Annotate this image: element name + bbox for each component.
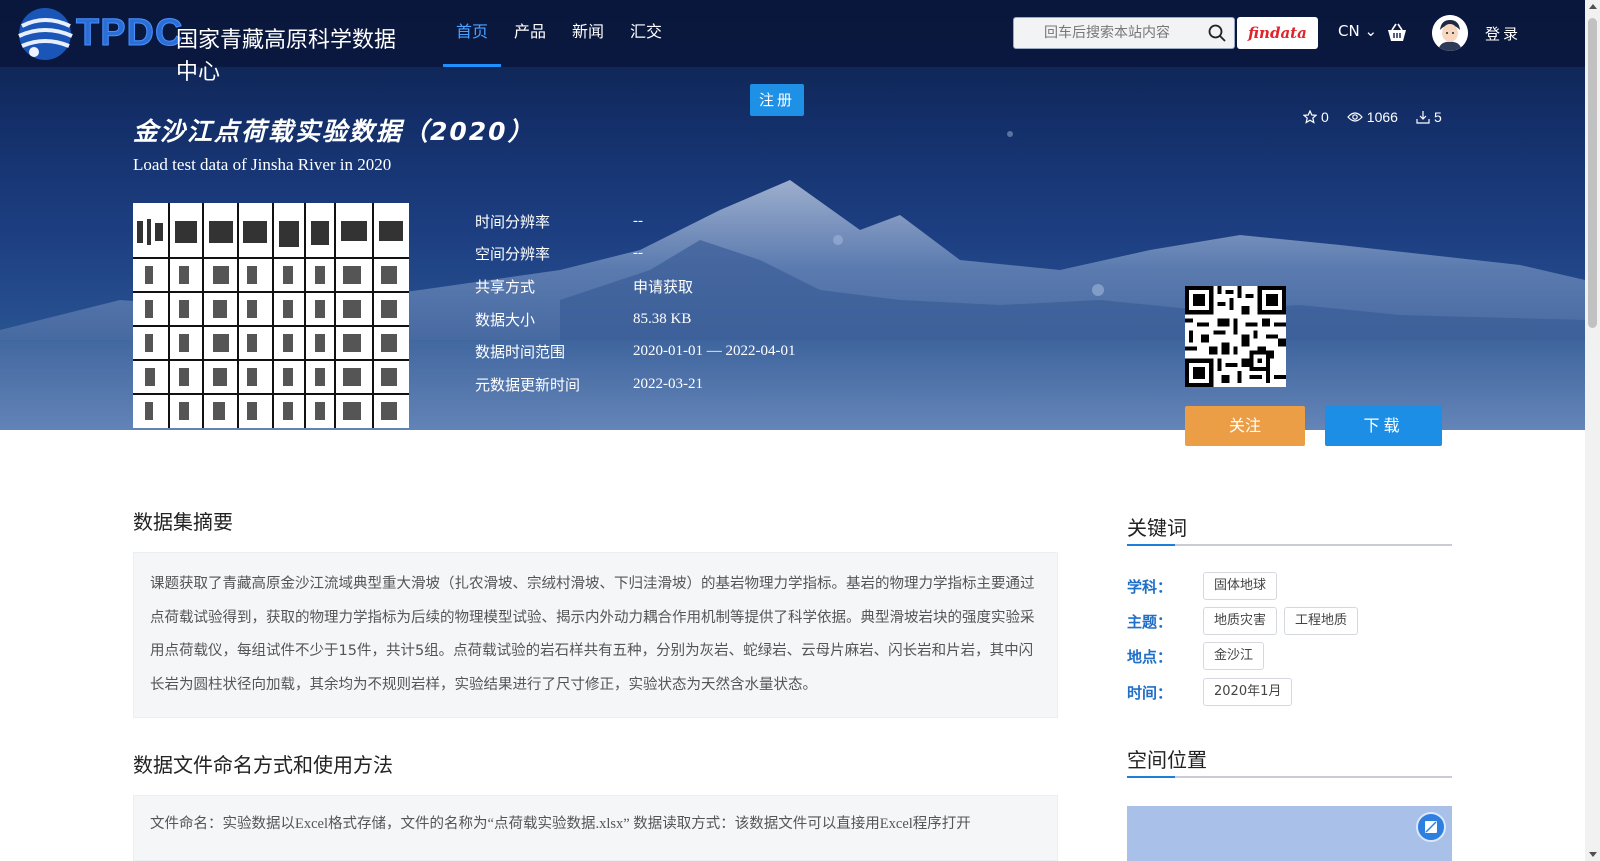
search-input[interactable] xyxy=(1044,18,1214,48)
keyword-tag[interactable]: 金沙江 xyxy=(1203,642,1265,670)
meta-value: 85.38 KB xyxy=(633,310,692,327)
spatial-map[interactable] xyxy=(1127,806,1452,861)
meta-row: 数据时间范围 2020-01-01 — 2022-04-01 xyxy=(475,335,795,368)
user-avatar[interactable] xyxy=(1432,15,1468,51)
register-button[interactable]: 注册 xyxy=(750,84,804,116)
keyword-row-time: 时间： 2020年1月 xyxy=(1127,678,1299,706)
download-count-value: 5 xyxy=(1433,109,1442,125)
star-count-value: 0 xyxy=(1321,109,1329,125)
download-button[interactable]: 下载 xyxy=(1325,406,1442,446)
download-count: 5 xyxy=(1416,109,1442,125)
follow-button[interactable]: 关注 xyxy=(1185,406,1305,446)
keyword-row-subject: 学科： 固体地球 xyxy=(1127,572,1284,600)
scroll-down-icon[interactable] xyxy=(1589,852,1597,857)
dataset-thumbnail[interactable] xyxy=(133,203,409,428)
site-name: 国家青藏高原科学数据中心 xyxy=(176,28,397,85)
keyword-label: 主题： xyxy=(1127,612,1173,631)
meta-value: 2020-01-01 — 2022-04-01 xyxy=(633,343,796,360)
top-navbar: TPDC 国家青藏高原科学数据中心 首页 产品 新闻 汇交 findata CN… xyxy=(0,0,1585,85)
spatial-divider xyxy=(1127,776,1452,778)
dataset-metadata: 时间分辨率 -- 空间分辨率 -- 共享方式 申请获取 数据大小 85.38 KB 数据… xyxy=(475,205,795,401)
keyword-row-theme: 主题： 地质灾害 工程地质 xyxy=(1127,607,1365,635)
meta-value: -- xyxy=(633,212,643,229)
meta-key: 时间分辨率 xyxy=(475,212,551,231)
keywords-divider xyxy=(1127,544,1452,546)
keyword-tag[interactable]: 固体地球 xyxy=(1203,572,1278,600)
keyword-tag[interactable]: 2020年1月 xyxy=(1203,678,1293,706)
login-link[interactable]: 登录 xyxy=(1485,23,1521,44)
nav-news[interactable]: 新闻 xyxy=(559,0,617,67)
nav-products[interactable]: 产品 xyxy=(501,0,559,67)
page-scrollbar[interactable] xyxy=(1585,0,1600,861)
abstract-text: 课题获取了青藏高原金沙江流域典型重大滑坡（扎农滑坡、宗绒村滑坡、下归洼滑坡）的基… xyxy=(150,576,1035,693)
dataset-title: 金沙江点荷载实验数据（2020） xyxy=(133,117,535,146)
star-icon xyxy=(1303,110,1317,124)
globe-icon xyxy=(18,8,73,60)
meta-key: 数据大小 xyxy=(475,310,536,329)
meta-row: 时间分辨率 -- xyxy=(475,205,795,238)
meta-row: 数据大小 85.38 KB xyxy=(475,303,795,336)
cart-icon[interactable] xyxy=(1386,22,1408,44)
meta-key: 共享方式 xyxy=(475,277,536,296)
meta-row: 空间分辨率 -- xyxy=(475,238,795,271)
nav-submit[interactable]: 汇交 xyxy=(617,0,675,67)
findata-label: findata xyxy=(1248,24,1307,42)
logo-tpdc-text: TPDC xyxy=(75,12,184,55)
avatar-icon xyxy=(1432,15,1468,51)
language-switcher[interactable]: CN ⌄ xyxy=(1338,22,1377,40)
keyword-tag[interactable]: 工程地质 xyxy=(1284,607,1359,635)
dataset-title-en: Load test data of Jinsha River in 2020 xyxy=(133,155,392,174)
meta-key: 元数据更新时间 xyxy=(475,375,581,394)
spatial-title: 空间位置 xyxy=(1127,748,1207,772)
table-preview-image xyxy=(133,203,409,428)
view-count-value: 1066 xyxy=(1366,109,1398,125)
keyword-label: 地点： xyxy=(1127,647,1173,666)
meta-key: 空间分辨率 xyxy=(475,245,551,264)
qr-code xyxy=(1185,286,1286,387)
usage-text: 文件命名：实验数据以Excel格式存储，文件的名称为“点荷载实验数据.xlsx”… xyxy=(150,816,971,832)
scroll-up-icon[interactable] xyxy=(1589,4,1597,9)
map-layer-icon[interactable] xyxy=(1416,812,1446,842)
keyword-tag[interactable]: 地质灾害 xyxy=(1203,607,1278,635)
keywords-title: 关键词 xyxy=(1127,516,1187,540)
meta-value: 2022-03-21 xyxy=(633,375,703,392)
abstract-box: 课题获取了青藏高原金沙江流域典型重大滑坡（扎农滑坡、宗绒村滑坡、下归洼滑坡）的基… xyxy=(133,552,1058,718)
keyword-label: 学科： xyxy=(1127,577,1173,596)
dataset-stats: 0 1066 5 xyxy=(1303,109,1442,125)
layers-icon xyxy=(1425,821,1437,833)
qr-code-icon xyxy=(1185,286,1286,387)
keyword-label: 时间： xyxy=(1127,683,1173,702)
chevron-down-icon: ⌄ xyxy=(1359,22,1378,40)
usage-box: 文件命名：实验数据以Excel格式存储，文件的名称为“点荷载实验数据.xlsx”… xyxy=(133,795,1058,861)
view-count: 1066 xyxy=(1346,109,1398,125)
eye-icon xyxy=(1346,112,1363,122)
scroll-thumb[interactable] xyxy=(1588,18,1597,328)
meta-row: 共享方式 申请获取 xyxy=(475,270,795,303)
language-label: CN xyxy=(1338,22,1360,40)
download-icon xyxy=(1416,111,1430,124)
nav-home[interactable]: 首页 xyxy=(443,0,502,67)
meta-key: 数据时间范围 xyxy=(475,343,566,362)
search-box xyxy=(1013,17,1235,49)
abstract-title: 数据集摘要 xyxy=(133,510,233,534)
meta-value: 申请获取 xyxy=(633,279,694,296)
meta-value: -- xyxy=(633,245,643,262)
usage-title: 数据文件命名方式和使用方法 xyxy=(133,753,393,777)
keyword-row-place: 地点： 金沙江 xyxy=(1127,642,1271,670)
search-icon[interactable] xyxy=(1208,24,1226,42)
meta-row: 元数据更新时间 2022-03-21 xyxy=(475,368,795,401)
star-count[interactable]: 0 xyxy=(1303,109,1329,125)
findata-button[interactable]: findata xyxy=(1237,17,1318,49)
site-logo[interactable]: TPDC 国家青藏高原科学数据中心 xyxy=(14,4,399,85)
main-menu: 首页 产品 新闻 汇交 xyxy=(443,0,675,67)
